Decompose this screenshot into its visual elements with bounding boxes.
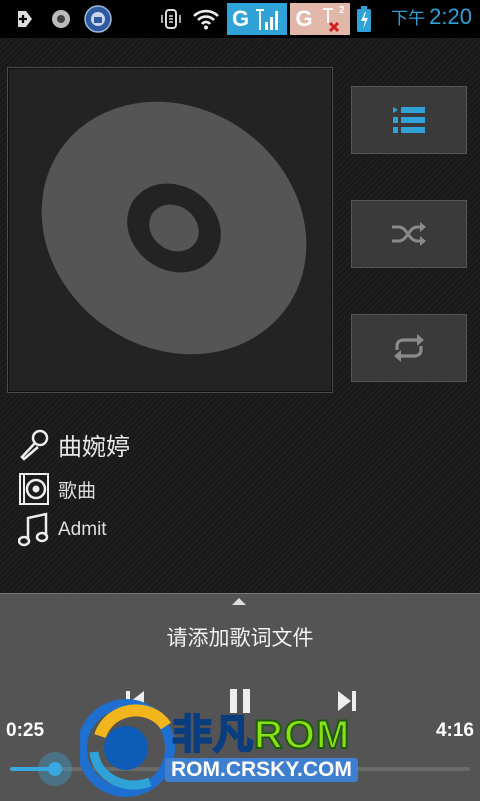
total-duration: 4:16 (435, 720, 474, 741)
lyrics-prompt[interactable]: 请添加歌词文件 (0, 622, 480, 652)
sim2-signal-icon: G 2 (290, 3, 350, 35)
track-name: Admit (58, 519, 107, 540)
app-badge-icon (84, 4, 112, 34)
playlist-button[interactable] (351, 86, 467, 154)
status-bar: G G 2 下午 2:20 (0, 0, 480, 38)
wifi-icon (192, 8, 220, 30)
shuffle-button[interactable] (351, 200, 467, 268)
disc-icon (41, 101, 307, 355)
artist-name: 曲婉婷 (58, 433, 130, 461)
ampm-label: 下午 (391, 9, 426, 29)
shuffle-icon (392, 222, 426, 246)
watermark-logo-icon (80, 699, 175, 797)
status-clock: 下午 2:20 (391, 4, 472, 34)
add-icon (14, 8, 34, 30)
elapsed-time: 0:25 (6, 720, 45, 741)
seek-thumb[interactable] (38, 752, 73, 786)
music-note-icon (18, 512, 49, 547)
watermark-title: 非凡ROM (171, 712, 351, 758)
battery-charging-icon (356, 5, 372, 33)
repeat-icon (394, 334, 424, 362)
clock-time: 2:20 (429, 4, 472, 29)
sync-icon (50, 8, 72, 30)
watermark-url: ROM.CRSKY.COM (165, 758, 358, 782)
artist-row: 曲婉婷 (18, 427, 130, 462)
watermark: 非凡ROM ROM.CRSKY.COM (80, 696, 410, 800)
playlist-icon (393, 107, 425, 133)
album-name: 歌曲 (58, 479, 97, 502)
album-row: 歌曲 (18, 472, 96, 506)
expand-arrow-icon[interactable] (232, 598, 246, 605)
repeat-button[interactable] (351, 314, 467, 382)
track-row: Admit (18, 512, 107, 548)
vibrate-icon (160, 8, 182, 30)
speaker-album-icon (19, 473, 49, 505)
microphone-icon (20, 429, 49, 461)
sim1-signal-icon: G (227, 3, 287, 35)
album-art (7, 67, 333, 393)
